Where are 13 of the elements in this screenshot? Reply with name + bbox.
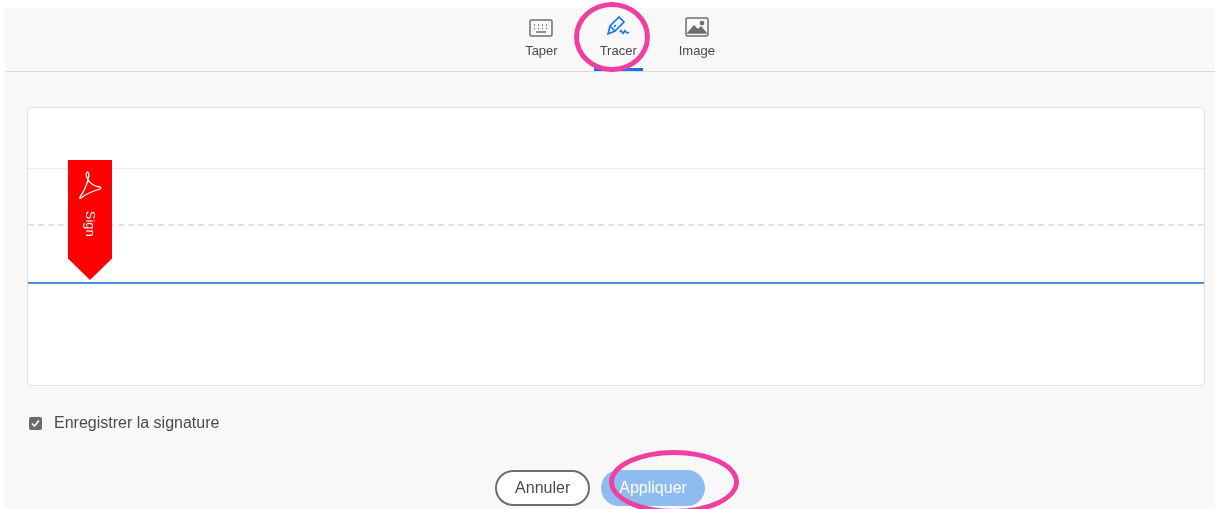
keyboard-icon xyxy=(529,18,554,37)
acrobat-logo-icon xyxy=(78,170,102,200)
image-icon xyxy=(684,16,709,37)
cancel-button[interactable]: Annuler xyxy=(495,470,591,506)
tab[interactable]: Taper xyxy=(519,8,564,71)
tab[interactable]: Image xyxy=(672,8,721,71)
pen-icon xyxy=(605,14,632,37)
checkbox-label: Enregistrer la signature xyxy=(54,413,220,433)
signature-pad[interactable]: Sign xyxy=(27,107,1205,386)
checkbox[interactable] xyxy=(29,416,42,430)
check-icon xyxy=(31,418,40,428)
sign-label: Sign xyxy=(81,210,99,237)
tab[interactable]: Tracer xyxy=(593,8,643,71)
